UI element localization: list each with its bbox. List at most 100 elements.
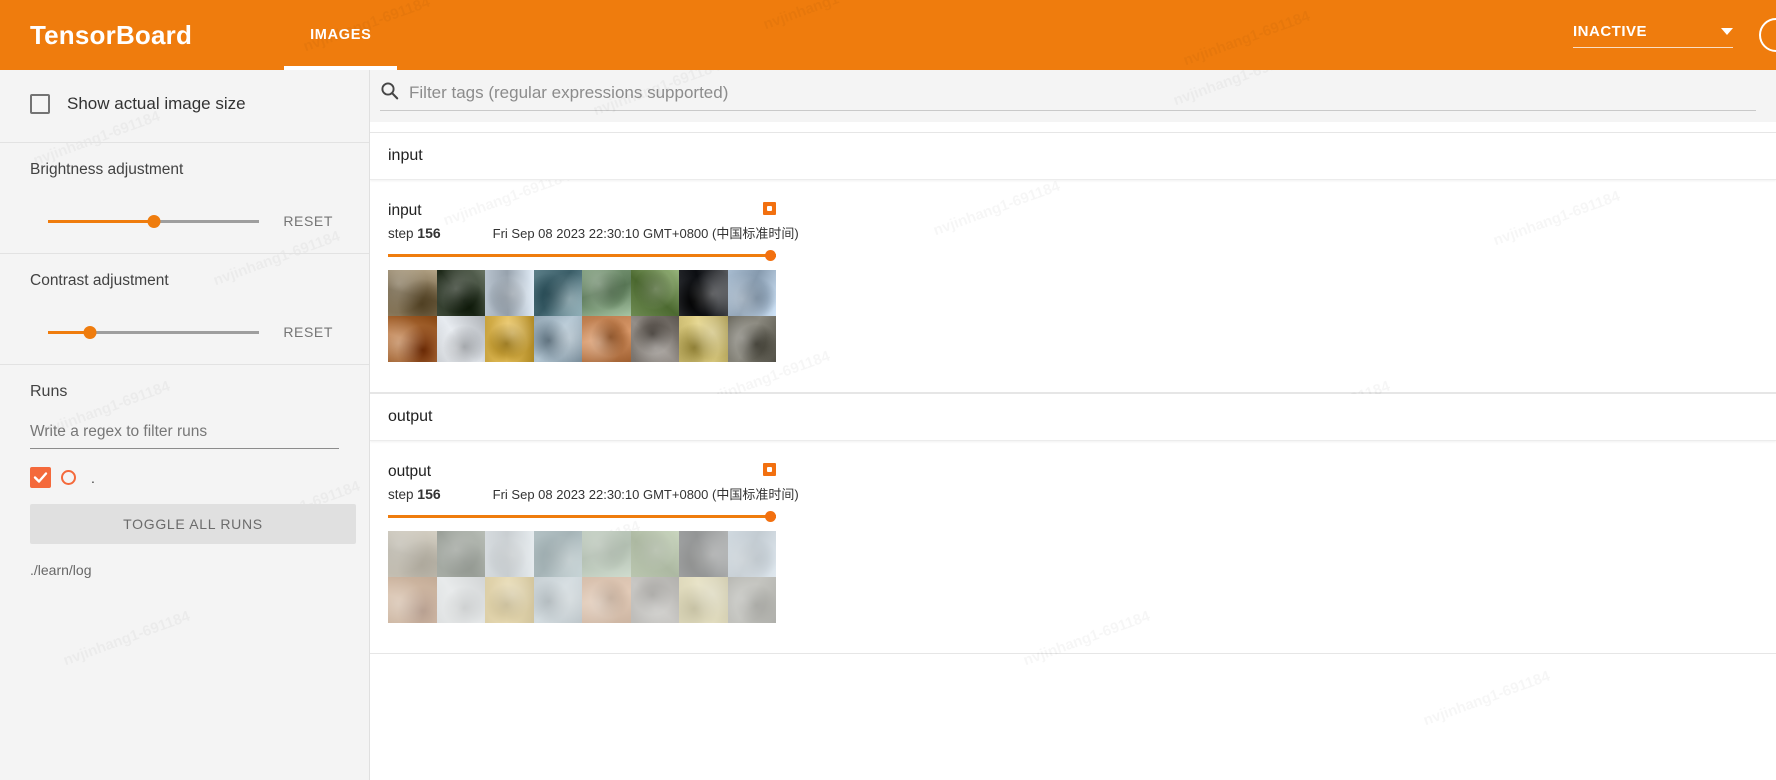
tab-images[interactable]: IMAGES [284,0,398,70]
step-slider-track [388,254,776,257]
image-thumbnail [727,531,776,577]
slider-knob[interactable] [147,215,161,228]
checkbox-icon[interactable] [30,94,50,114]
image-thumbnail [388,531,437,577]
image-thumbnail [533,577,582,623]
tag-group-input: input input step 156 Fri Sep 08 2023 22:… [370,132,1776,393]
image-thumbnail [679,316,728,362]
pin-square-icon[interactable] [763,202,776,215]
tag-filter-bar [370,70,1776,122]
chevron-down-icon [1721,27,1733,35]
image-thumbnail [679,270,728,316]
image-thumbnail-grid[interactable] [388,270,776,362]
main-panel: nvjinhang1-691184 nvjinhang1-691184 nvji… [370,70,1776,780]
contrast-title: Contrast adjustment [30,272,169,289]
image-card: input step 156 Fri Sep 08 2023 22:30:10 … [388,202,799,362]
image-thumbnail [533,531,582,577]
image-thumbnail [679,531,728,577]
show-actual-image-size-toggle[interactable]: Show actual image size [30,88,339,122]
image-thumbnail [727,577,776,623]
run-color-circle-icon [61,470,76,485]
image-thumbnail [582,316,631,362]
tag-filter-search-box[interactable] [380,81,1756,111]
tag-group-output: output output step 156 Fri Sep 08 2023 2… [370,393,1776,654]
watermark: nvjinhang1-691184 [61,608,192,670]
image-thumbnail [679,577,728,623]
step-slider-knob[interactable] [765,511,776,522]
slider-fill [48,220,154,223]
image-thumbnail [582,531,631,577]
app-bar-right-controls: INACTIVE [1573,18,1776,52]
brightness-slider-row: RESET [30,209,339,233]
image-thumbnail [630,316,679,362]
runs-section: Runs . TOGGLE ALL RUNS ./learn/log [0,365,369,598]
tag-filter-input[interactable] [407,82,1756,104]
reload-status-dropdown[interactable]: INACTIVE [1573,23,1733,48]
page-body: nvjinhang1-691184 nvjinhang1-691184 nvji… [0,70,1776,780]
image-thumbnail [727,316,776,362]
contrast-section: Contrast adjustment RESET [0,254,369,365]
brightness-reset-button[interactable]: RESET [277,209,339,233]
slider-knob[interactable] [83,326,97,339]
image-thumbnail [388,316,437,362]
step-value: 156 [417,486,441,502]
step-indicator: step 156 [388,486,441,502]
image-thumbnail [485,531,534,577]
pin-square-icon[interactable] [763,463,776,476]
tab-images-label: IMAGES [310,27,372,43]
step-slider[interactable] [388,510,776,524]
wall-time-label: Fri Sep 08 2023 22:30:10 GMT+0800 (中国标准时… [492,226,799,241]
image-thumbnail [388,270,437,316]
run-list-item[interactable]: . [30,467,339,488]
runs-title: Runs [30,383,68,400]
image-card-title: output [388,463,432,480]
step-slider-knob[interactable] [765,250,776,261]
show-actual-image-size-label: Show actual image size [67,94,246,113]
image-thumbnail [485,316,534,362]
image-thumbnail [533,316,582,362]
image-thumbnail [630,531,679,577]
image-thumbnail [727,270,776,316]
image-thumbnail [388,577,437,623]
image-card-meta: step 156 Fri Sep 08 2023 22:30:10 GMT+08… [388,484,799,503]
step-slider[interactable] [388,249,776,263]
logdir-label: ./learn/log [30,562,92,578]
image-thumbnail [630,577,679,623]
run-name-label: . [91,469,95,486]
step-slider-track [388,515,776,518]
contrast-slider-row: RESET [30,320,339,344]
image-thumbnail-grid[interactable] [388,531,776,623]
step-label: step [388,487,414,502]
contrast-slider[interactable] [48,322,260,342]
refresh-circle-icon[interactable] [1759,18,1776,52]
tag-group-body: input step 156 Fri Sep 08 2023 22:30:10 … [370,180,1776,392]
image-thumbnail [630,270,679,316]
search-icon [380,81,399,105]
image-thumbnail [582,270,631,316]
wall-time-label: Fri Sep 08 2023 22:30:10 GMT+0800 (中国标准时… [492,487,799,502]
watermark: nvjinhang1-691184 [1181,8,1312,70]
top-app-bar: nvjinhang1-691184 nvjinhang1-691184 nvji… [0,0,1776,70]
image-thumbnail [436,577,485,623]
step-value: 156 [417,225,441,241]
image-card: output step 156 Fri Sep 08 2023 22:30:10… [388,463,799,623]
watermark: nvjinhang1-691184 [761,0,892,33]
sidebar: nvjinhang1-691184 nvjinhang1-691184 nvji… [0,70,370,780]
image-thumbnail [436,531,485,577]
brightness-slider[interactable] [48,211,260,231]
image-thumbnail [436,270,485,316]
image-thumbnail [436,316,485,362]
runs-regex-input[interactable] [30,419,339,449]
step-label: step [388,226,414,241]
contrast-reset-button[interactable]: RESET [277,320,339,344]
brightness-title: Brightness adjustment [30,161,184,178]
toggle-all-runs-button[interactable]: TOGGLE ALL RUNS [30,504,356,544]
show-actual-size-section: Show actual image size [0,70,369,143]
image-thumbnail [582,577,631,623]
tag-group-header[interactable]: input [370,133,1776,180]
image-card-title: input [388,202,422,219]
tag-group-header[interactable]: output [370,394,1776,441]
image-thumbnail [533,270,582,316]
run-checkbox-icon[interactable] [30,467,51,488]
tag-group-body: output step 156 Fri Sep 08 2023 22:30:10… [370,441,1776,653]
